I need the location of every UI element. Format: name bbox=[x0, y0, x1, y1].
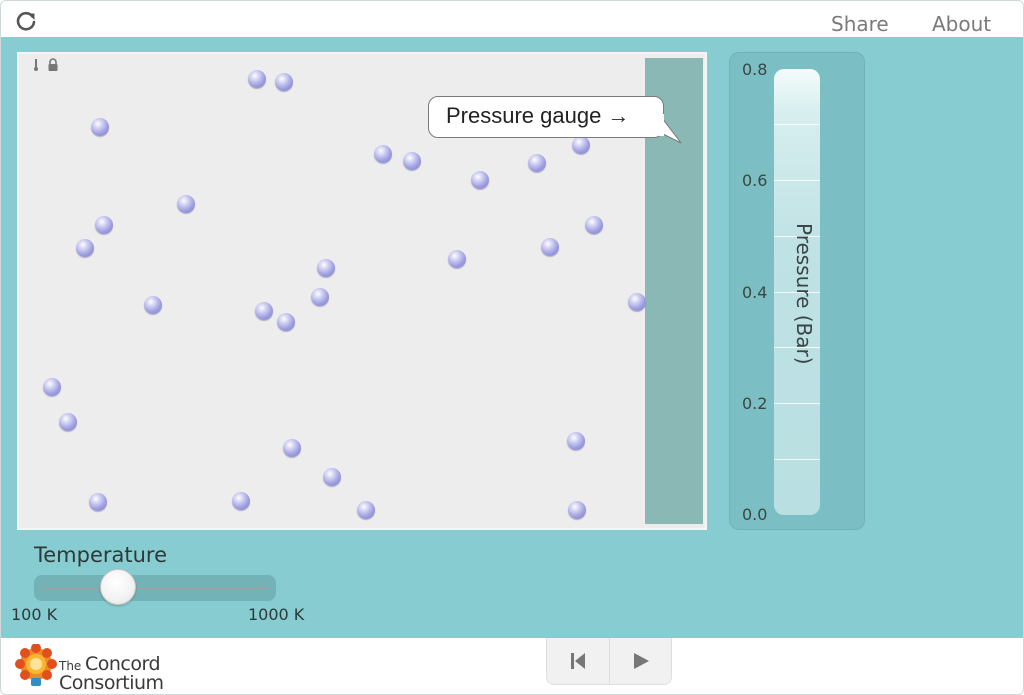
gas-particle bbox=[91, 118, 109, 136]
play-icon bbox=[633, 653, 649, 669]
temperature-min-label: 100 K bbox=[11, 605, 58, 624]
gas-particle bbox=[275, 73, 293, 91]
callout-pointer bbox=[659, 114, 682, 144]
concord-consortium-logo[interactable]: The Concord Consortium bbox=[15, 644, 165, 694]
gauge-tick-label: 0.6 bbox=[742, 171, 768, 190]
top-bar: Share About bbox=[1, 1, 1023, 37]
gas-particle bbox=[232, 492, 250, 510]
gas-particle bbox=[76, 239, 94, 257]
gas-particle bbox=[585, 216, 603, 234]
playback-controls bbox=[546, 638, 672, 685]
gauge-title: Pressure (Bar) bbox=[792, 223, 816, 365]
slider-rail bbox=[42, 587, 268, 589]
reset-button[interactable] bbox=[547, 638, 609, 684]
gauge-tick-label: 0.0 bbox=[742, 505, 768, 524]
gas-particle bbox=[95, 216, 113, 234]
gauge-tick-label: 0.4 bbox=[742, 283, 768, 302]
logo-text-consortium: Consortium bbox=[59, 672, 164, 694]
particle-container[interactable]: Pressure gauge → bbox=[17, 52, 707, 530]
temperature-max-label: 1000 K bbox=[248, 605, 305, 624]
gas-particle bbox=[403, 152, 421, 170]
pressure-gauge-callout: Pressure gauge → bbox=[428, 96, 664, 138]
gas-particle bbox=[43, 378, 61, 396]
gas-particle bbox=[628, 293, 646, 311]
temperature-slider-handle[interactable] bbox=[100, 569, 136, 605]
thermometer-icon[interactable] bbox=[31, 58, 41, 72]
about-link[interactable]: About bbox=[932, 12, 991, 36]
gas-particle bbox=[311, 288, 329, 306]
share-link[interactable]: Share bbox=[831, 12, 889, 36]
logo-text-the: The bbox=[59, 659, 82, 673]
gas-particle bbox=[528, 154, 546, 172]
gas-particle bbox=[144, 296, 162, 314]
gas-particle bbox=[177, 195, 195, 213]
lightbulb-logo-icon bbox=[15, 644, 57, 686]
temperature-label: Temperature bbox=[34, 543, 168, 567]
gas-particle bbox=[248, 70, 266, 88]
gas-particle bbox=[374, 145, 392, 163]
gas-particle bbox=[357, 501, 375, 519]
pressure-gauge: 0.8 0.6 0.4 0.2 0.0 Pressure (Bar) bbox=[729, 52, 865, 530]
container-toolbar bbox=[31, 58, 59, 72]
footer-bar: The Concord Consortium bbox=[1, 638, 1023, 694]
gas-particle bbox=[277, 313, 295, 331]
gauge-tick-label: 0.8 bbox=[742, 60, 768, 79]
gas-particle bbox=[568, 501, 586, 519]
gas-particle bbox=[323, 468, 341, 486]
temperature-slider[interactable] bbox=[34, 569, 276, 605]
reload-icon[interactable] bbox=[15, 10, 37, 32]
simulation-area: Pressure gauge → 0.8 0.6 0.4 0.2 0.0 Pre… bbox=[1, 37, 1023, 638]
gas-particle bbox=[283, 439, 301, 457]
skip-back-icon bbox=[571, 653, 585, 669]
play-button[interactable] bbox=[609, 638, 671, 684]
gas-particle bbox=[448, 250, 466, 268]
gas-particle bbox=[572, 136, 590, 154]
lock-icon[interactable] bbox=[47, 58, 59, 72]
gauge-tick-label: 0.2 bbox=[742, 394, 768, 413]
app-frame: Share About Pressure gauge → 0.8 0.6 0.4… bbox=[0, 0, 1024, 695]
gas-particle bbox=[541, 238, 559, 256]
gas-particle bbox=[317, 259, 335, 277]
gas-particle bbox=[471, 171, 489, 189]
gas-particle bbox=[59, 413, 77, 431]
gas-particle bbox=[255, 302, 273, 320]
gas-particle bbox=[567, 432, 585, 450]
gas-particle bbox=[89, 493, 107, 511]
